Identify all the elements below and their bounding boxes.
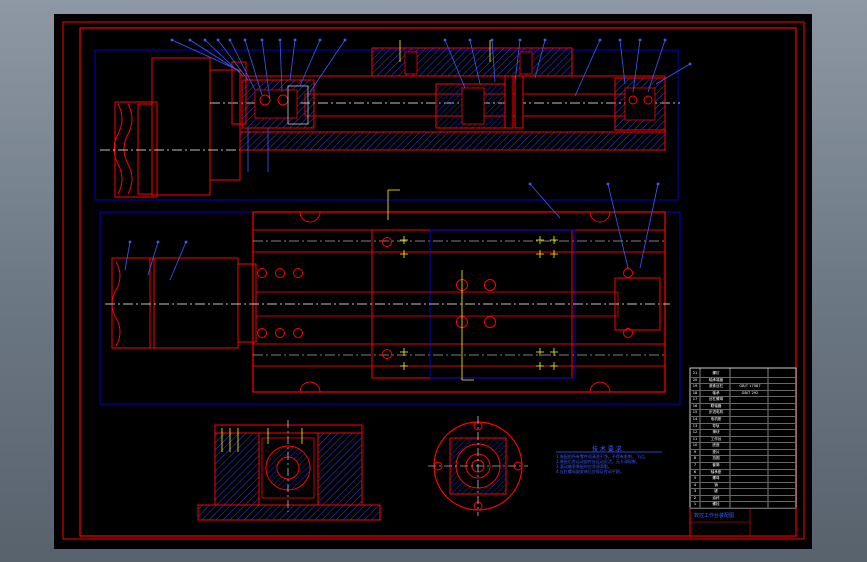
parts-list-row: 1 螺栓 xyxy=(690,501,796,509)
front-section-view xyxy=(94,38,692,201)
drawing-viewport[interactable]: 技 术 要 求 1.装配前所有零件须清洗干净，不得有毛刺、飞边。 2.装配后各运… xyxy=(54,14,812,549)
parts-list-cell: 2 xyxy=(693,495,697,500)
parts-list-cell: 联轴器 xyxy=(710,403,722,408)
parts-list-cell: 13 xyxy=(692,423,698,428)
parts-list-cell: 轴承 xyxy=(712,390,720,395)
parts-list-cell: 轴承端盖 xyxy=(708,377,724,382)
parts-list-cell: 11 xyxy=(692,436,698,441)
parts-list-cell: 挡圈 xyxy=(712,456,720,461)
parts-list-cell: 18 xyxy=(692,390,698,395)
parts-list-cell: 16 xyxy=(692,403,698,408)
parts-list-cell: 导轨 xyxy=(712,423,720,428)
parts-list-cell: 销 xyxy=(714,482,718,487)
parts-list-cell: GB/T 292 xyxy=(741,390,759,395)
technical-note: 4.丝杠螺母副安装后应保证传动平稳。 xyxy=(556,469,624,474)
side-section-view xyxy=(197,420,381,521)
parts-list-cell: 步进电机 xyxy=(708,410,724,415)
parts-list-cell: 4 xyxy=(693,482,697,487)
parts-list-cell: 20 xyxy=(692,377,698,382)
parts-list-cell: 9 xyxy=(693,449,697,454)
parts-list-cell: 工作台 xyxy=(710,436,722,441)
technical-notes-title: 技 术 要 求 xyxy=(592,446,622,453)
top-plan-view xyxy=(99,182,681,405)
parts-list-table: 21 螺钉 20 轴承端盖 19 滚珠丝杠 GB/T 17587 18 轴承 GB/T 292 17… xyxy=(690,370,796,509)
stepper-motor-front xyxy=(100,57,241,198)
parts-list-cell: 1 xyxy=(693,502,697,507)
right-bearing-pack xyxy=(614,77,666,131)
parts-list-cell: 垫片 xyxy=(712,449,720,454)
parts-list-cell: 油杯 xyxy=(712,495,720,500)
parts-list-cell: 15 xyxy=(692,410,698,415)
left-bearing-pack xyxy=(241,79,315,129)
drawing-name: 数控工作台装配图 xyxy=(694,513,735,519)
technical-notes-list: 1.装配前所有零件须清洗干净，不得有毛刺、飞边。 2.装配后各运动部件应运动灵活… xyxy=(556,454,668,474)
parts-list-cell: 轴承座 xyxy=(710,469,722,474)
parts-list-cell: 6 xyxy=(693,469,697,474)
parts-list-cell: 8 xyxy=(693,456,697,461)
flange-view xyxy=(428,416,528,516)
parts-list-cell: 螺栓 xyxy=(712,502,720,507)
